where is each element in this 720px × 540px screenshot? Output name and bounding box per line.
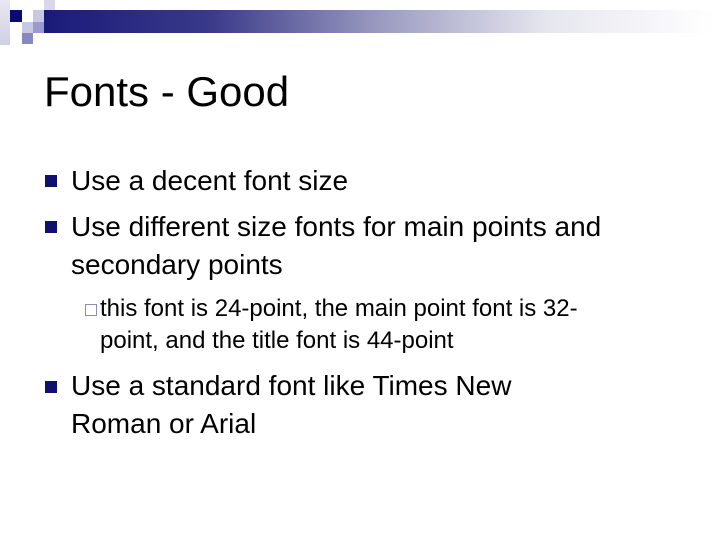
deco-square (22, 22, 33, 33)
bullet-text: Use different size fonts for main points… (71, 211, 602, 242)
bullet-text: Use a standard font like Times New (71, 370, 512, 401)
header-gradient-bar (44, 10, 714, 33)
hollow-square-bullet-icon (85, 304, 97, 316)
slide-title: Fonts - Good (44, 68, 290, 115)
deco-square (22, 33, 33, 44)
square-bullet-icon (45, 381, 57, 393)
bullet-text: secondary points (71, 249, 283, 280)
square-bullet-icon (45, 175, 57, 187)
deco-square (10, 10, 22, 22)
deco-square (33, 22, 44, 33)
deco-square (0, 0, 10, 45)
bullet-text: Use a decent font size (71, 165, 349, 196)
sub-bullet-text: this font is 24-point, the main point fo… (100, 295, 578, 322)
square-bullet-icon (45, 221, 57, 233)
sub-bullet-text: point, and the title font is 44-point (100, 327, 454, 354)
bullet-text: Roman or Arial (71, 408, 257, 439)
deco-square (44, 0, 55, 10)
